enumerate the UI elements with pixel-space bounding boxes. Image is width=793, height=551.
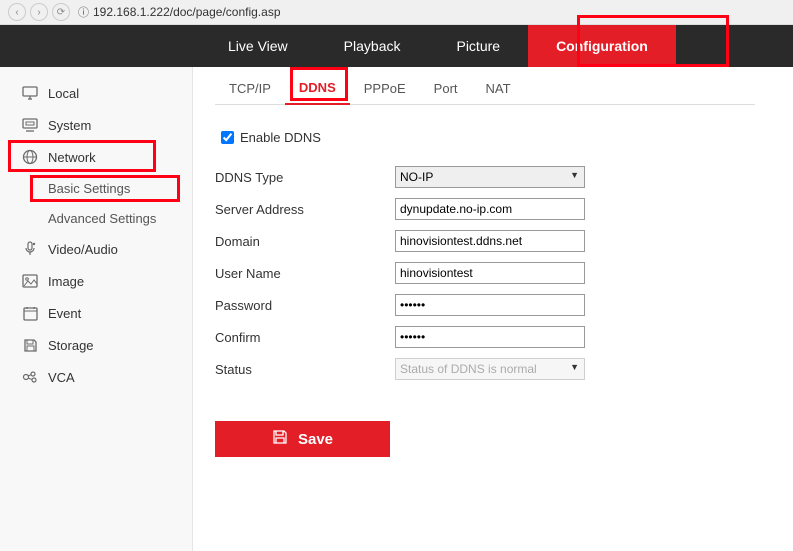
sub-tabs: TCP/IP DDNS PPPoE Port NAT <box>215 73 755 105</box>
sidebar-sub-basic-settings[interactable]: Basic Settings <box>0 173 192 203</box>
reload-button[interactable]: ⟳ <box>52 3 70 21</box>
sidebar-item-label: Video/Audio <box>48 242 118 257</box>
nav-live-view[interactable]: Live View <box>200 25 316 67</box>
enable-ddns-label: Enable DDNS <box>240 130 321 145</box>
monitor-icon <box>18 86 42 100</box>
server-address-label: Server Address <box>215 202 395 217</box>
forward-button[interactable]: › <box>30 3 48 21</box>
username-input[interactable] <box>395 262 585 284</box>
tab-ddns[interactable]: DDNS <box>285 80 350 105</box>
save-icon <box>18 338 42 353</box>
domain-label: Domain <box>215 234 395 249</box>
enable-ddns-checkbox[interactable] <box>221 131 234 144</box>
sidebar-item-local[interactable]: Local <box>0 77 192 109</box>
sidebar-item-label: VCA <box>48 370 75 385</box>
ddns-type-select[interactable]: NO-IP <box>395 166 585 188</box>
sidebar-item-label: Storage <box>48 338 94 353</box>
sidebar-item-video-audio[interactable]: Video/Audio <box>0 233 192 265</box>
sidebar-item-network[interactable]: Network <box>0 141 192 173</box>
sidebar-item-event[interactable]: Event <box>0 297 192 329</box>
sidebar: Local System Network Basic Settings Adva… <box>0 67 193 551</box>
server-address-input[interactable] <box>395 198 585 220</box>
password-label: Password <box>215 298 395 313</box>
disk-icon <box>272 429 288 450</box>
sidebar-item-label: System <box>48 118 91 133</box>
tab-pppoe[interactable]: PPPoE <box>350 81 420 104</box>
nav-picture[interactable]: Picture <box>428 25 528 67</box>
ddns-type-label: DDNS Type <box>215 170 395 185</box>
sidebar-item-system[interactable]: System <box>0 109 192 141</box>
confirm-input[interactable] <box>395 326 585 348</box>
sidebar-item-label: Image <box>48 274 84 289</box>
sidebar-item-image[interactable]: Image <box>0 265 192 297</box>
confirm-label: Confirm <box>215 330 395 345</box>
save-button-label: Save <box>298 431 333 448</box>
info-icon: ⓘ <box>78 4 89 20</box>
status-label: Status <box>215 362 395 377</box>
domain-input[interactable] <box>395 230 585 252</box>
vca-icon <box>18 370 42 384</box>
ddns-form: Enable DDNS DDNS Type NO-IP Server Addre… <box>215 123 793 457</box>
content-area: TCP/IP DDNS PPPoE Port NAT Enable DDNS D… <box>193 67 793 551</box>
sidebar-sub-advanced-settings[interactable]: Advanced Settings <box>0 203 192 233</box>
status-display: Status of DDNS is normal <box>395 358 585 380</box>
browser-address-bar: ‹ › ⟳ ⓘ 192.168.1.222/doc/page/config.as… <box>0 0 793 25</box>
nav-configuration[interactable]: Configuration <box>528 25 676 67</box>
calendar-icon <box>18 306 42 321</box>
image-icon <box>18 274 42 288</box>
tab-nat[interactable]: NAT <box>472 81 525 104</box>
tab-tcpip[interactable]: TCP/IP <box>215 81 285 104</box>
globe-icon <box>18 149 42 165</box>
sidebar-item-vca[interactable]: VCA <box>0 361 192 393</box>
url-text[interactable]: 192.168.1.222/doc/page/config.asp <box>93 5 281 19</box>
back-button[interactable]: ‹ <box>8 3 26 21</box>
sidebar-item-storage[interactable]: Storage <box>0 329 192 361</box>
save-button[interactable]: Save <box>215 421 390 457</box>
username-label: User Name <box>215 266 395 281</box>
mic-icon <box>18 241 42 257</box>
sidebar-item-label: Event <box>48 306 81 321</box>
sidebar-item-label: Local <box>48 86 79 101</box>
password-input[interactable] <box>395 294 585 316</box>
nav-playback[interactable]: Playback <box>316 25 429 67</box>
tab-port[interactable]: Port <box>420 81 472 104</box>
top-navigation: Live View Playback Picture Configuration <box>0 25 793 67</box>
system-icon <box>18 118 42 132</box>
sidebar-item-label: Network <box>48 150 96 165</box>
